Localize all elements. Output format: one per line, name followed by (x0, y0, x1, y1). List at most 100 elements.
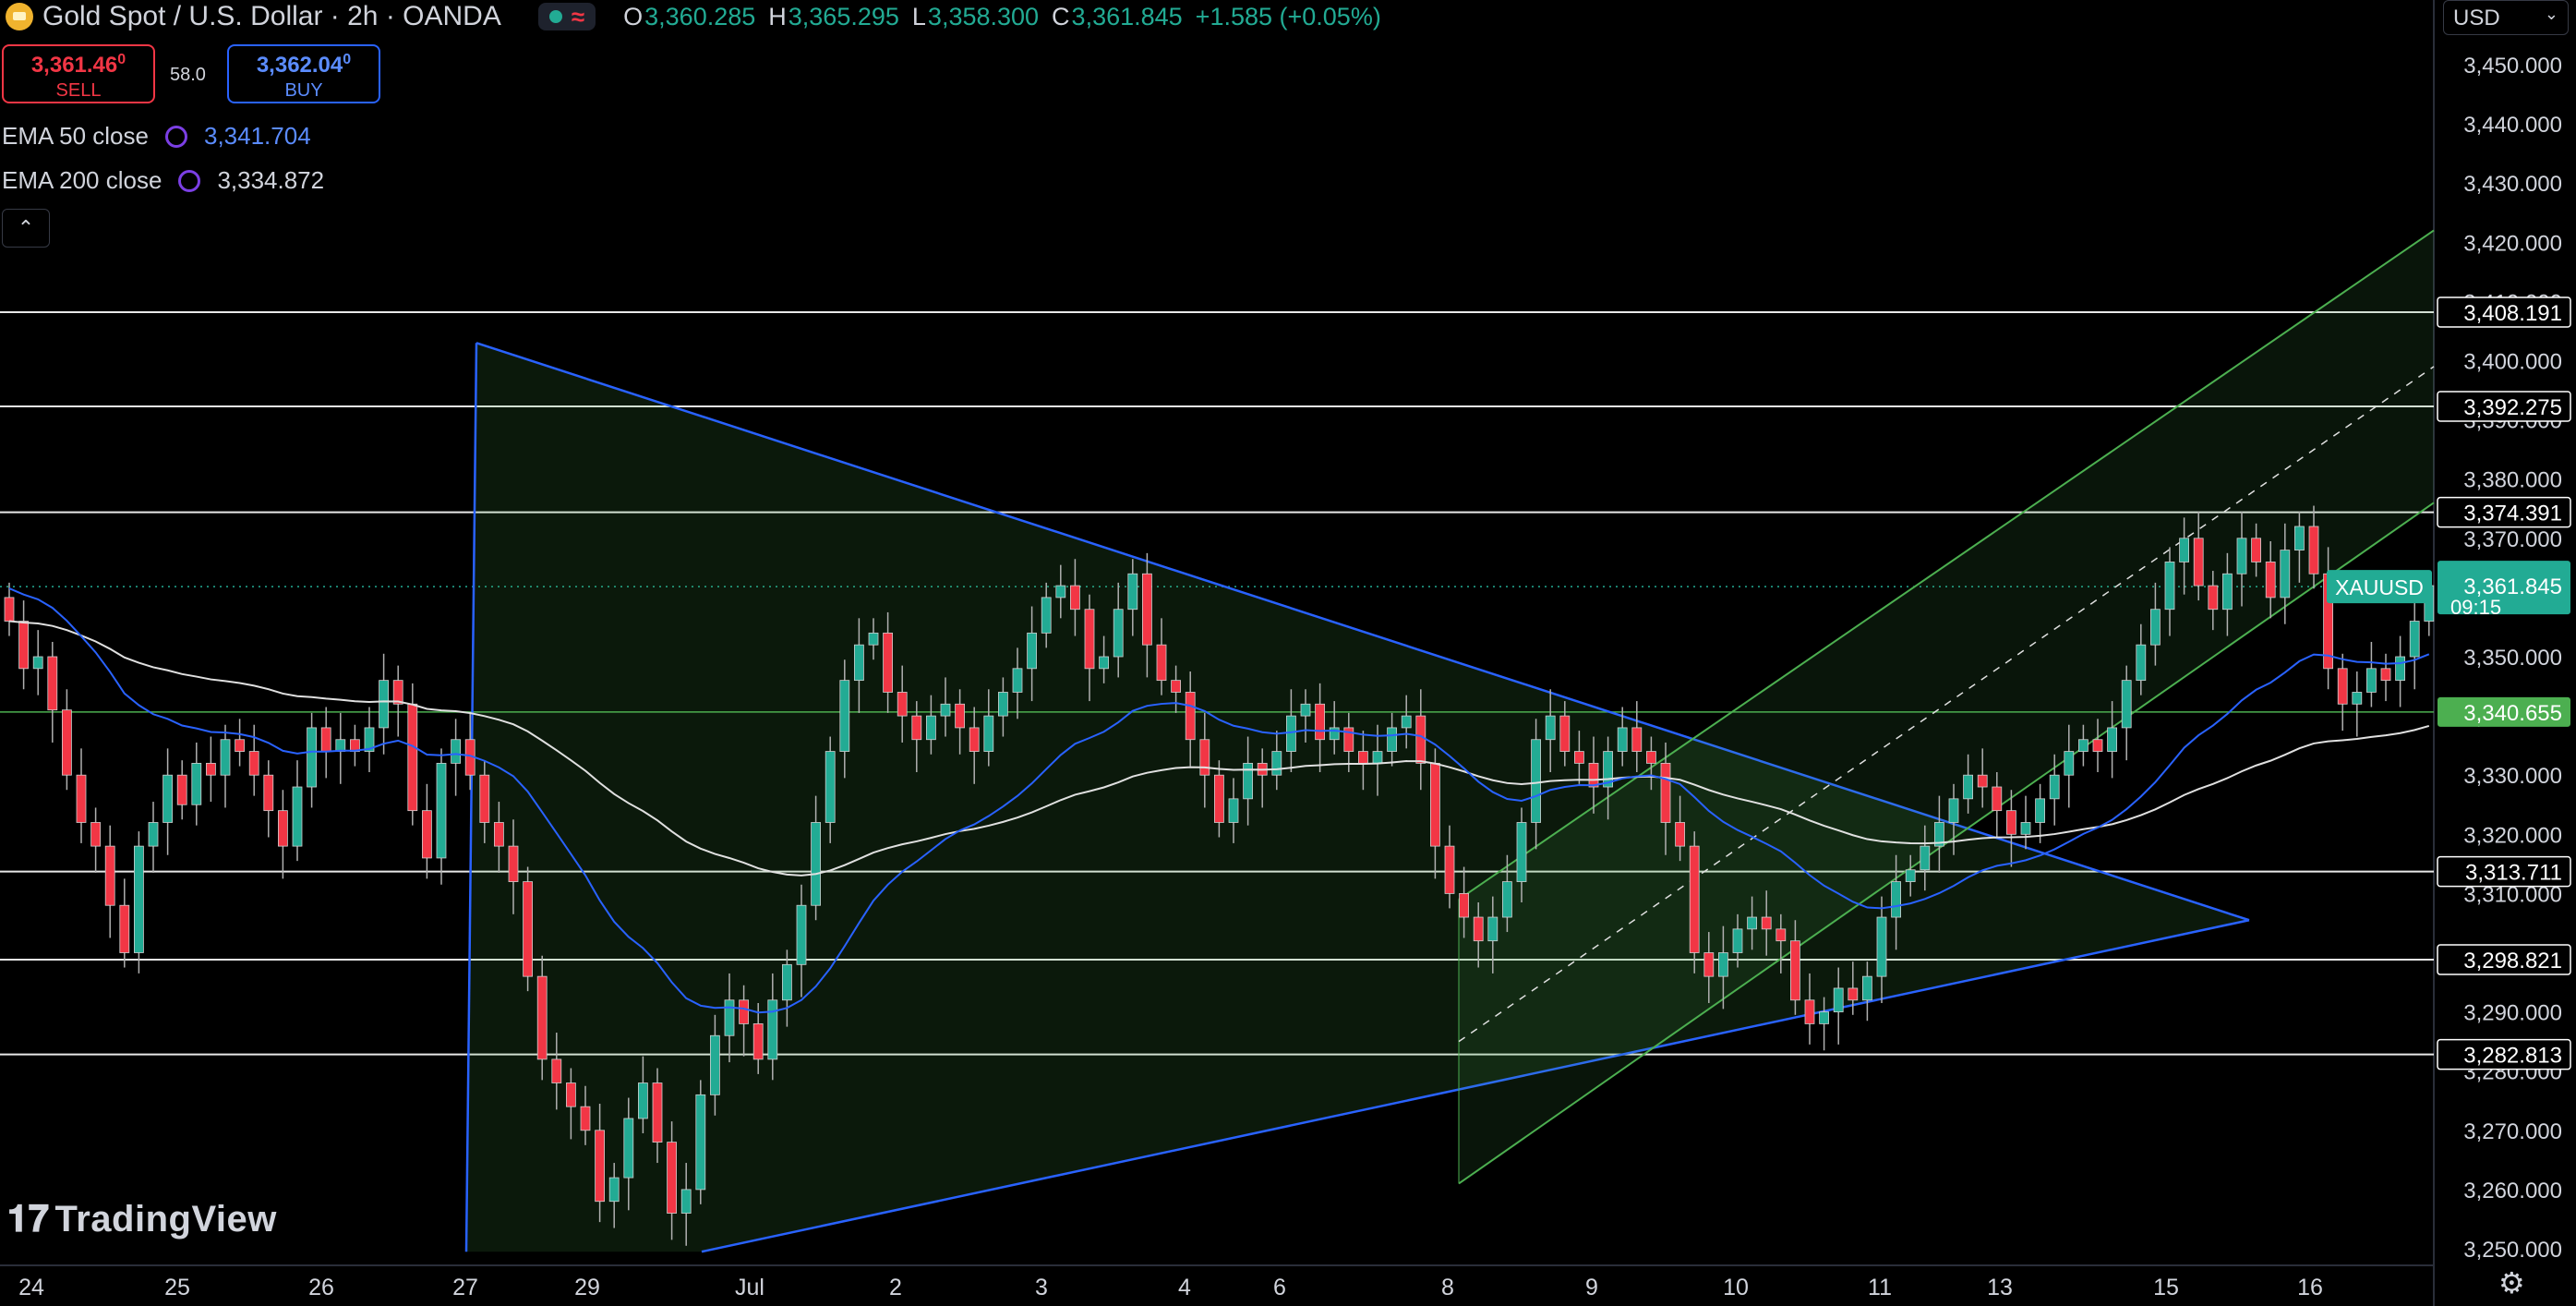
candle-up (163, 774, 174, 823)
candle-up (2064, 751, 2075, 776)
candle-down (119, 904, 130, 953)
candle-up (148, 822, 159, 847)
candle-down (2308, 526, 2319, 574)
candle-up (2352, 692, 2363, 705)
candle-down (1660, 762, 1671, 823)
candle-up (1819, 1011, 1829, 1024)
candle-up (1372, 751, 1383, 764)
candle-up (782, 963, 792, 1001)
candle-up (2077, 739, 2088, 752)
price-tick-label: 3,370.000 (2463, 527, 2562, 552)
candle-up (2280, 550, 2291, 599)
price-change: +1.585 (+0.05%) (1195, 2, 1381, 30)
candle-up (2020, 822, 2031, 835)
candle-up (940, 703, 951, 717)
candle-down (1675, 822, 1685, 847)
candle-up (1862, 975, 1872, 1001)
candle-down (392, 680, 403, 705)
candle-up (451, 739, 462, 764)
candle-up (854, 644, 864, 682)
candle-up (2365, 668, 2377, 693)
time-tick-label: 11 (1868, 1275, 1892, 1300)
candle-down (407, 703, 418, 812)
candle-down (551, 1058, 562, 1083)
candle-down (2092, 739, 2103, 752)
sell-button[interactable]: 3,361.460 SELL (2, 44, 155, 103)
gold-coin-icon (6, 3, 33, 30)
time-tick-label: 4 (1178, 1275, 1191, 1300)
candle-down (2208, 585, 2219, 611)
candle-down (969, 727, 980, 752)
candle-up (1617, 727, 1628, 752)
candle-down (1992, 786, 2003, 812)
price-level-label: 3,282.813 (2463, 1044, 2562, 1069)
candle-down (1804, 999, 1815, 1024)
candle-down (580, 1106, 591, 1131)
candle-up (1833, 987, 1844, 1012)
candle-down (523, 881, 533, 977)
candle-down (1473, 916, 1484, 942)
candle-up (1329, 727, 1340, 741)
candle-up (1487, 916, 1499, 942)
price-tick-label: 3,380.000 (2463, 468, 2562, 493)
candle-up (1387, 727, 1397, 752)
candle-up (2236, 538, 2247, 574)
candle-up (1545, 715, 1556, 741)
candle-up (1286, 715, 1296, 752)
candle-down (1776, 928, 1787, 942)
market-status-pill[interactable]: ≈ (537, 3, 596, 30)
time-tick-label: 6 (1273, 1275, 1286, 1300)
candle-down (911, 715, 922, 741)
candle-down (1415, 715, 1426, 764)
candle-up (825, 751, 836, 823)
candle-up (1041, 597, 1052, 634)
spread-value: 58.0 (170, 65, 206, 85)
candle-up (2221, 573, 2233, 611)
collapse-legend-button[interactable]: ⌃ (2, 209, 50, 248)
time-tick-label: 2 (889, 1275, 902, 1300)
candle-up (998, 692, 1008, 717)
ema50-legend[interactable]: EMA 50 close 3,341.704 (2, 122, 311, 151)
candle-up (2121, 680, 2132, 729)
candle-down (421, 810, 432, 859)
candle-up (638, 1082, 648, 1119)
candle-down (248, 751, 259, 776)
candle-down (2337, 668, 2348, 705)
candle-up (220, 739, 231, 776)
candle-up (2409, 621, 2420, 658)
candle-down (1848, 987, 1859, 1001)
candle-down (508, 845, 519, 882)
gear-icon[interactable]: ⚙ (2498, 1265, 2532, 1300)
candle-down (739, 999, 749, 1024)
market-open-icon (548, 10, 562, 23)
green-level-label: 3,340.655 (2463, 701, 2562, 726)
currency-select[interactable]: USD ⌄ (2443, 0, 2569, 35)
time-tick-label: 24 (18, 1275, 44, 1300)
candle-down (1977, 774, 1988, 788)
candle-up (1113, 609, 1124, 658)
buy-button[interactable]: 3,362.040 BUY (227, 44, 380, 103)
candle-up (1905, 869, 1916, 882)
candle-up (796, 904, 807, 965)
candle-up (1228, 798, 1239, 823)
candle-down (897, 692, 908, 717)
candle-down (595, 1130, 605, 1203)
price-level-label: 3,392.275 (2463, 395, 2562, 420)
price-tick-label: 3,430.000 (2463, 172, 2562, 197)
countdown-label: 09:15 (2450, 596, 2501, 619)
tradingview-logo: 𝟏𝟕 TradingView (7, 1199, 277, 1239)
price-chart[interactable]: 3,250.0003,260.0003,270.0003,280.0003,29… (0, 0, 2576, 1306)
price-tick-label: 3,450.000 (2463, 54, 2562, 79)
candle-up (1718, 952, 1728, 977)
candle-down (4, 597, 15, 622)
ema200-legend[interactable]: EMA 200 close 3,334.872 (2, 166, 324, 195)
price-level-label: 3,408.191 (2463, 301, 2562, 326)
symbol-label: XAUUSD (2335, 575, 2424, 599)
candle-up (710, 1034, 720, 1095)
candle-down (955, 703, 965, 729)
price-level-label: 3,298.821 (2463, 949, 2562, 973)
symbol-title[interactable]: Gold Spot / U.S. Dollar · 2h · OANDA (42, 1, 501, 32)
candle-down (1171, 680, 1181, 693)
candle-down (1631, 727, 1643, 752)
time-tick-label: 3 (1035, 1275, 1048, 1300)
